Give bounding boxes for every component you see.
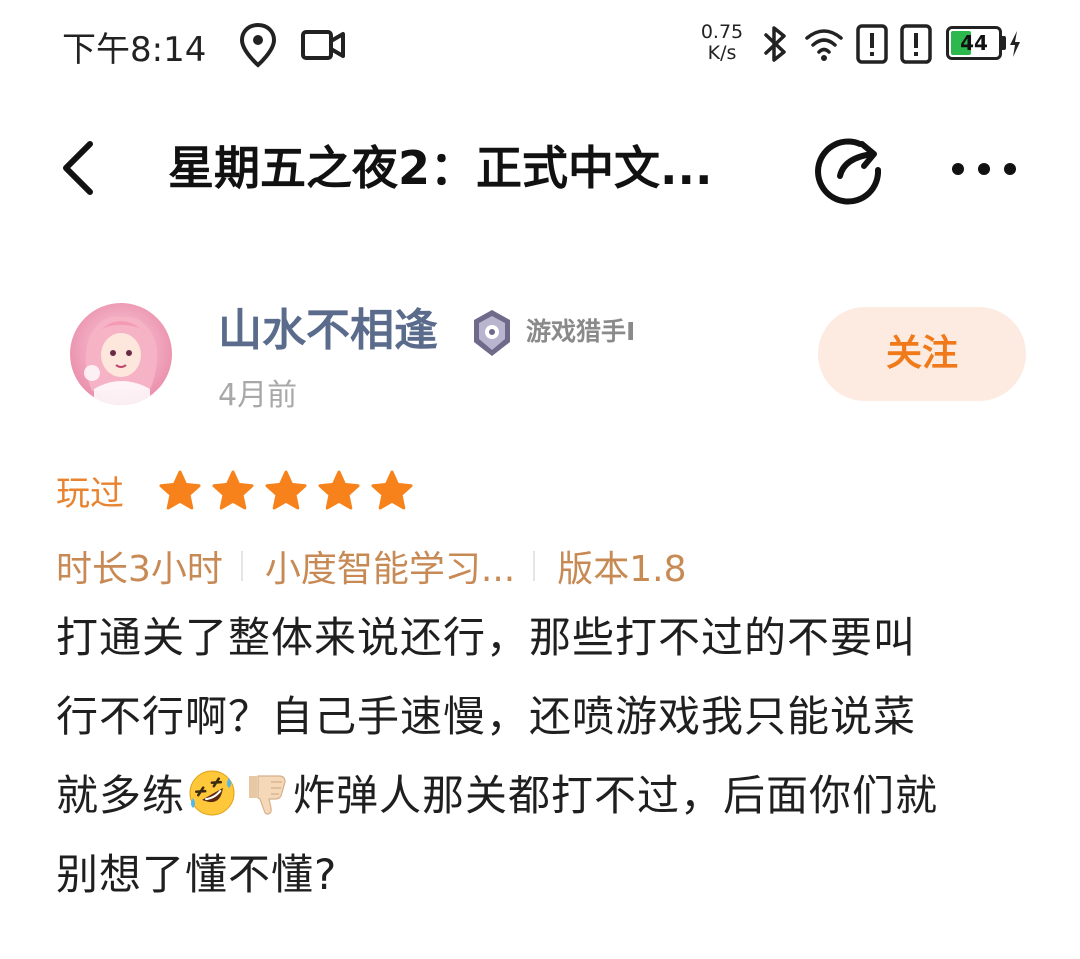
review-text: 打通关了整体来说还行，那些打不过的不要叫 行不行啊？自己手速慢，还喷游戏我只能说… xyxy=(56,598,1026,914)
post-time: 4月前 xyxy=(218,378,298,413)
star-rating xyxy=(158,469,414,517)
star-icon xyxy=(265,470,307,510)
battery-cap xyxy=(1002,36,1006,50)
meta-divider xyxy=(240,551,243,581)
chevron-left-icon xyxy=(63,141,93,195)
charging-icon xyxy=(1010,31,1020,57)
review-meta: 时长3小时 小度智能学习... 版本1.8 xyxy=(56,540,687,592)
bluetooth-icon xyxy=(764,26,786,62)
star-icon xyxy=(371,470,413,510)
net-speed-unit: K/s xyxy=(707,42,737,64)
device-name: 小度智能学习... xyxy=(264,549,516,590)
play-duration: 时长3小时 xyxy=(56,549,223,590)
network-speed: 0.75 K/s xyxy=(696,22,748,64)
badge-label: 游戏猎手I xyxy=(526,317,636,346)
thumbs-down-emoji xyxy=(249,775,286,815)
review-segment: 炸弹人那关都打不过，后面你们就 xyxy=(293,771,939,820)
star-icon xyxy=(318,470,360,510)
author-name[interactable]: 山水不相逢 xyxy=(218,300,438,362)
avatar[interactable] xyxy=(70,303,172,405)
location-icon xyxy=(239,22,277,68)
star-icon xyxy=(159,470,201,510)
share-button[interactable] xyxy=(812,132,888,208)
review-line: 打通关了整体来说还行，那些打不过的不要叫 xyxy=(56,613,917,662)
battery-icon: 44 xyxy=(946,26,1002,60)
review-line: 就多练 炸弹人那关都打不过，后面你们就 xyxy=(56,756,1026,835)
meta-divider xyxy=(533,551,536,581)
game-version: 版本1.8 xyxy=(557,549,687,590)
alert-icon xyxy=(856,24,888,64)
more-dots-icon xyxy=(952,163,1016,175)
page-title: 星期五之夜2：正式中文... xyxy=(168,141,713,195)
top-header: 星期五之夜2：正式中文... xyxy=(0,110,1080,230)
star-icon xyxy=(212,470,254,510)
rolling-laughing-emoji xyxy=(189,770,235,816)
net-speed-value: 0.75 xyxy=(700,21,744,43)
game-hunter-badge-icon xyxy=(474,310,510,356)
alert-icon xyxy=(900,24,932,64)
share-icon xyxy=(815,138,882,205)
battery-level: 44 xyxy=(960,31,988,55)
review-segment: 就多练 xyxy=(56,771,186,820)
status-time: 下午8:14 xyxy=(62,30,207,70)
more-button[interactable] xyxy=(944,144,1024,194)
review-line: 别想了懂不懂? xyxy=(56,850,338,899)
review-line: 行不行啊？自己手速慢，还喷游戏我只能说菜 xyxy=(56,692,917,741)
status-bar: 下午8:14 0.75 K/s 44 xyxy=(0,0,1080,90)
follow-button[interactable]: 关注 xyxy=(818,307,1026,401)
wifi-icon xyxy=(805,29,843,61)
back-button[interactable] xyxy=(52,136,112,200)
avatar-image xyxy=(70,303,172,405)
video-record-icon xyxy=(301,30,345,60)
played-label: 玩过 xyxy=(56,474,124,514)
